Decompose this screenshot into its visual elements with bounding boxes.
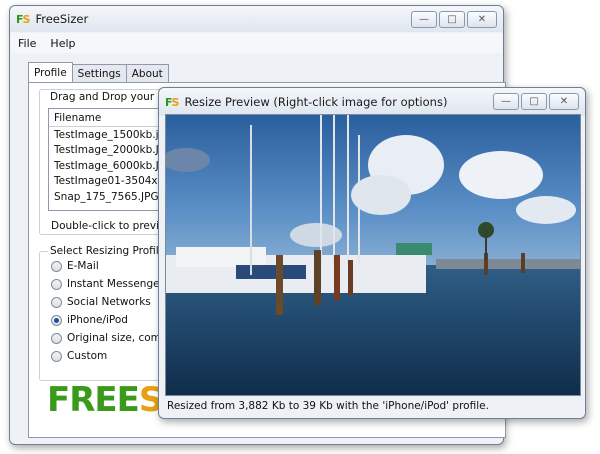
main-window-title: FreeSizer bbox=[35, 12, 89, 26]
profile-option-iphone-ipod[interactable]: iPhone/iPod bbox=[51, 314, 128, 326]
minimize-icon: — bbox=[419, 13, 429, 25]
preview-status-bar: Resized from 3,882 Kb to 39 Kb with the … bbox=[167, 400, 489, 412]
radio-icon[interactable] bbox=[51, 332, 62, 344]
profile-option-social-networks[interactable]: Social Networks bbox=[51, 296, 151, 308]
menu-bar: File Help bbox=[11, 33, 502, 53]
radio-icon[interactable] bbox=[51, 260, 62, 272]
profile-option-label: Social Networks bbox=[67, 296, 151, 308]
radio-icon[interactable] bbox=[51, 278, 62, 290]
preview-maximize-button[interactable]: □ bbox=[521, 93, 547, 110]
tab-strip: Profile Settings About bbox=[28, 62, 169, 82]
close-button[interactable]: ✕ bbox=[467, 11, 497, 28]
marina-photo bbox=[166, 115, 580, 395]
tab-settings[interactable]: Settings bbox=[71, 64, 127, 82]
profile-option-label: E-Mail bbox=[67, 260, 99, 272]
profile-option-label: iPhone/iPod bbox=[67, 314, 128, 326]
radio-icon[interactable] bbox=[51, 350, 62, 362]
minimize-button[interactable]: — bbox=[411, 11, 437, 28]
tab-profile[interactable]: Profile bbox=[28, 62, 73, 82]
preview-window-title: Resize Preview (Right-click image for op… bbox=[184, 95, 448, 109]
radio-icon[interactable] bbox=[51, 296, 62, 308]
close-icon: ✕ bbox=[559, 95, 569, 107]
freesizer-logo-icon: FS bbox=[16, 12, 30, 26]
profile-option-instant-messenger[interactable]: Instant Messenger bbox=[51, 278, 164, 290]
preview-close-button[interactable]: ✕ bbox=[549, 93, 579, 110]
freesizer-logo-icon: FS bbox=[165, 95, 179, 109]
profile-option-label: Custom bbox=[67, 350, 108, 362]
maximize-icon: □ bbox=[447, 13, 457, 25]
menu-help[interactable]: Help bbox=[50, 37, 75, 50]
preview-image[interactable] bbox=[165, 114, 581, 396]
tab-about[interactable]: About bbox=[125, 64, 169, 82]
maximize-button[interactable]: □ bbox=[439, 11, 465, 28]
preview-titlebar[interactable]: FS Resize Preview (Right-click image for… bbox=[159, 88, 585, 116]
maximize-icon: □ bbox=[529, 95, 539, 107]
resize-preview-window: FS Resize Preview (Right-click image for… bbox=[158, 87, 586, 419]
radio-selected-icon[interactable] bbox=[51, 314, 62, 326]
profile-group-label: Select Resizing Profile bbox=[48, 245, 168, 257]
main-titlebar[interactable]: FS FreeSizer — □ ✕ bbox=[10, 6, 503, 32]
preview-minimize-button[interactable]: — bbox=[493, 93, 519, 110]
profile-option-label: Instant Messenger bbox=[67, 278, 164, 290]
menu-file[interactable]: File bbox=[18, 37, 36, 50]
minimize-icon: — bbox=[501, 95, 511, 107]
close-icon: ✕ bbox=[477, 13, 487, 25]
profile-option-email[interactable]: E-Mail bbox=[51, 260, 99, 272]
profile-option-custom[interactable]: Custom bbox=[51, 350, 107, 362]
